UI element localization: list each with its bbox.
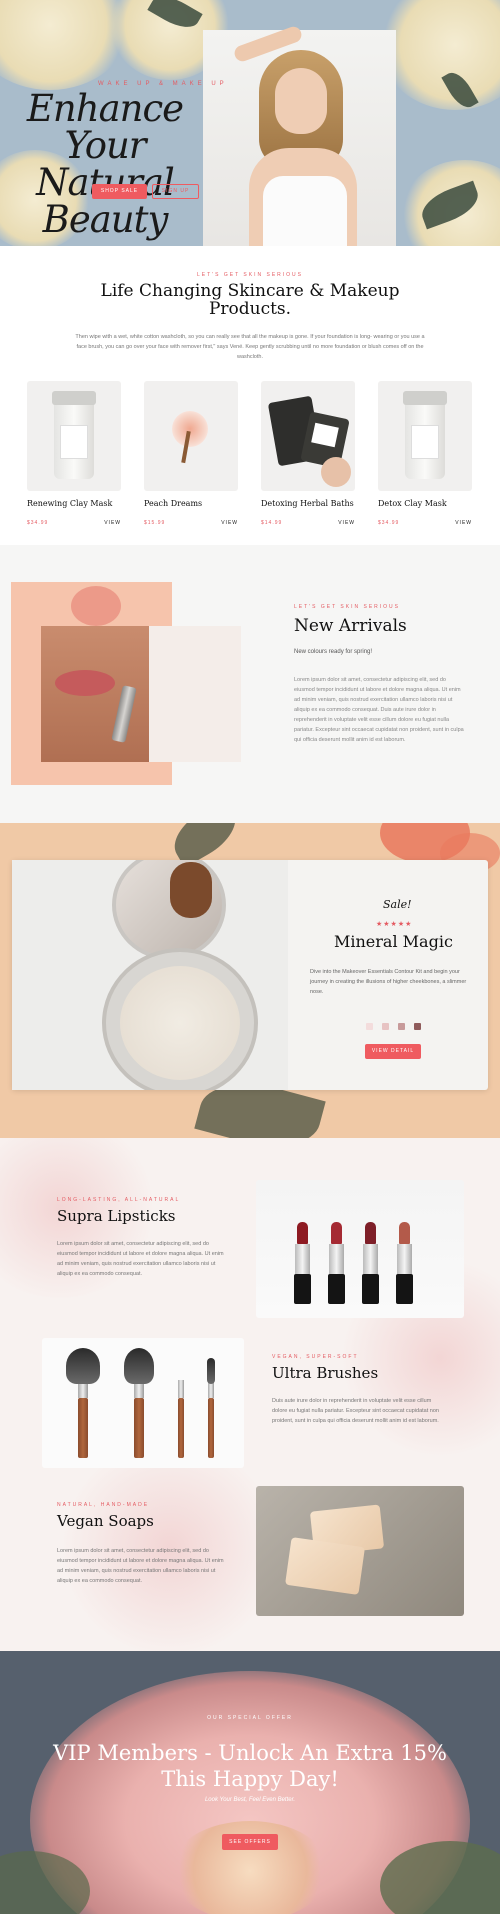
- hero-model-photo: [203, 24, 396, 246]
- compact-mirror-photo: [12, 860, 288, 1090]
- feature-title: Supra Lipsticks: [57, 1207, 176, 1225]
- color-swatch[interactable]: [382, 1023, 389, 1030]
- product-card[interactable]: Detoxing Herbal Baths $14.99 VIEW: [261, 381, 357, 526]
- arrivals-subtitle: New colours ready for spring!: [294, 649, 373, 655]
- vip-subtitle: Look Your Best, Feel Even Better.: [204, 1797, 296, 1803]
- feature-kicker: VEGAN, SUPER-SOFT: [272, 1354, 359, 1360]
- hero-title: Enhance Your Natural Beauty: [0, 90, 210, 238]
- color-swatch[interactable]: [398, 1023, 405, 1030]
- lipstick-photo: [41, 626, 241, 762]
- product-card[interactable]: Detox Clay Mask $34.99 VIEW: [378, 381, 474, 526]
- page: WAKE UP & MAKE UP Enhance Your Natural B…: [0, 0, 500, 1914]
- intro-title: Life Changing Skincare & Makeup Products…: [100, 281, 400, 319]
- arrivals-title: New Arrivals: [294, 616, 407, 636]
- feature-kicker: LONG-LASTING, ALL-NATURAL: [57, 1197, 181, 1203]
- product-image[interactable]: [144, 381, 238, 491]
- product-view-link[interactable]: VIEW: [338, 520, 355, 526]
- sale-label: Sale!: [383, 898, 412, 911]
- lipsticks-photo: [256, 1180, 464, 1318]
- feature-text: Lorem ipsum dolor sit amet, consectetur …: [57, 1241, 224, 1277]
- see-offers-button[interactable]: SEE OFFERS: [222, 1834, 278, 1850]
- feature-title: Ultra Brushes: [272, 1364, 379, 1382]
- product-price: $14.99: [261, 520, 283, 526]
- mineral-text: Dive into the Makeover Essentials Contou…: [310, 969, 467, 995]
- mineral-title: Mineral Magic: [334, 932, 453, 951]
- product-card[interactable]: Peach Dreams $15.99 VIEW: [144, 381, 240, 526]
- brushes-photo: [42, 1338, 244, 1468]
- hero-title-line2: Natural Beauty: [36, 161, 175, 241]
- sign-up-button[interactable]: SIGN UP: [152, 184, 199, 199]
- color-swatch[interactable]: [366, 1023, 373, 1030]
- hero-title-line1: Enhance Your: [26, 87, 184, 167]
- view-detail-button[interactable]: VIEW DETAIL: [365, 1044, 421, 1059]
- feature-kicker: NATURAL, HAND-MADE: [57, 1502, 150, 1508]
- product-image[interactable]: [261, 381, 355, 491]
- feature-title: Vegan Soaps: [57, 1512, 154, 1530]
- product-image[interactable]: [378, 381, 472, 491]
- product-view-link[interactable]: VIEW: [104, 520, 121, 526]
- product-view-link[interactable]: VIEW: [455, 520, 472, 526]
- product-name[interactable]: Detox Clay Mask: [378, 499, 447, 508]
- intro-text: Then wipe with a wet, white cotton washc…: [75, 334, 425, 360]
- product-price: $15.99: [144, 520, 166, 526]
- intro-kicker: LET'S GET SKIN SERIOUS: [197, 272, 303, 278]
- hero-flower: [380, 0, 500, 110]
- vip-title: VIP Members - Unlock An Extra 15% This H…: [53, 1741, 447, 1791]
- color-swatch[interactable]: [414, 1023, 421, 1030]
- product-price: $34.99: [27, 520, 49, 526]
- product-name[interactable]: Peach Dreams: [144, 499, 202, 508]
- product-name[interactable]: Detoxing Herbal Baths: [261, 499, 354, 508]
- product-price: $34.99: [378, 520, 400, 526]
- shop-sale-button[interactable]: SHOP SALE: [92, 184, 147, 199]
- background-flower: [60, 1438, 280, 1651]
- soaps-photo: [256, 1486, 464, 1616]
- product-card[interactable]: Renewing Clay Mask $34.99 VIEW: [27, 381, 123, 526]
- feature-text: Duis aute irure dolor in reprehenderit i…: [272, 1398, 439, 1424]
- rating-stars: ★★★★★: [376, 921, 413, 928]
- arrivals-text: Lorem ipsum dolor sit amet, consectetur …: [294, 677, 464, 743]
- arrivals-kicker: LET'S GET SKIN SERIOUS: [294, 604, 400, 610]
- product-view-link[interactable]: VIEW: [221, 520, 238, 526]
- vip-kicker: OUR SPECIAL OFFER: [207, 1715, 293, 1721]
- feature-text: Lorem ipsum dolor sit amet, consectetur …: [57, 1548, 224, 1584]
- product-image[interactable]: [27, 381, 121, 491]
- product-name[interactable]: Renewing Clay Mask: [27, 499, 112, 508]
